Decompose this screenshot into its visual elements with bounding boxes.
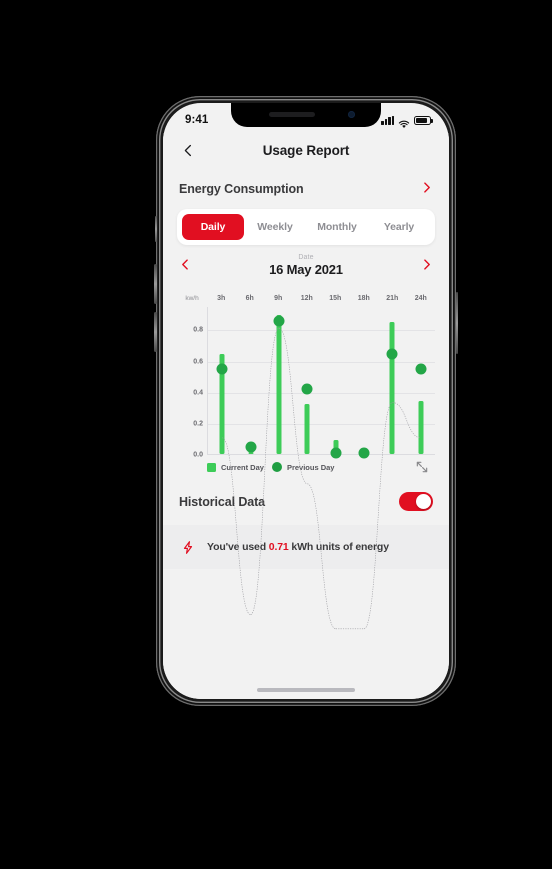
page-title: Usage Report [262, 142, 350, 158]
dot-24h[interactable] [415, 363, 427, 375]
dot-21h[interactable] [386, 348, 398, 360]
y-tick-0: 0.0 [193, 451, 203, 459]
chevron-left-icon [184, 144, 191, 156]
x-tick-1: 6h [245, 295, 254, 302]
x-tick-4: 15h [329, 295, 342, 302]
dot-3h[interactable] [216, 363, 228, 375]
x-tick-2: 9h [274, 295, 283, 302]
segmented-control: Daily Weekly Monthly Yearly [182, 214, 430, 240]
dot-15h[interactable] [330, 447, 342, 459]
historical-data-toggle[interactable] [399, 492, 433, 511]
status-bar-icons [381, 115, 433, 128]
battery-icon [414, 115, 433, 125]
next-date-button[interactable] [420, 258, 433, 273]
notch [231, 103, 381, 127]
chart-plot-area[interactable] [207, 307, 435, 455]
x-tick-row: 3h 6h 9h 12h 15h 18h 21h 24h [207, 295, 435, 302]
y-tick-1: 0.2 [193, 420, 203, 428]
tab-daily[interactable]: Daily [182, 214, 244, 240]
date-caption: Date [298, 254, 314, 261]
tab-monthly[interactable]: Monthly [306, 214, 368, 240]
period-selector: Daily Weekly Monthly Yearly [177, 209, 435, 245]
y-tick-2: 0.4 [193, 389, 203, 397]
date-display: Date 16 May 2021 [192, 254, 420, 277]
chart-y-axis: 0.0 0.2 0.4 0.6 0.8 [177, 307, 207, 459]
x-tick-3: 12h [300, 295, 313, 302]
phone-frame: 9:41 Usage Report Energy Consumption Dai… [154, 96, 458, 706]
previous-day-line [208, 307, 435, 643]
earpiece-speaker [269, 112, 315, 117]
status-bar-time: 9:41 [185, 114, 209, 126]
power-button[interactable] [455, 292, 458, 354]
x-tick-0: 3h [217, 295, 226, 302]
tab-weekly[interactable]: Weekly [244, 214, 306, 240]
previous-date-button[interactable] [179, 258, 192, 273]
wifi-icon [398, 116, 410, 128]
lightning-bolt-icon [181, 539, 195, 555]
chevron-left-icon [182, 259, 188, 270]
home-indicator[interactable] [257, 688, 355, 692]
front-camera-icon [348, 111, 355, 118]
chart-x-axis-labels: kw/h 3h 6h 9h 12h 15h 18h 21h 24h [177, 291, 435, 307]
chevron-right-icon[interactable] [420, 181, 433, 196]
phone-screen: 9:41 Usage Report Energy Consumption Dai… [163, 103, 449, 699]
x-tick-6: 21h [386, 295, 399, 302]
x-tick-5: 18h [357, 295, 370, 302]
usage-chart: kw/h 3h 6h 9h 12h 15h 18h 21h 24h 0.0 0.2 0.4 0.6 0… [177, 291, 435, 481]
dot-12h[interactable] [301, 383, 313, 395]
dot-6h[interactable] [245, 441, 257, 453]
dot-18h[interactable] [358, 447, 370, 459]
date-picker: Date 16 May 2021 [163, 245, 449, 288]
volume-up-button[interactable] [154, 264, 157, 304]
chevron-right-icon [424, 259, 430, 270]
volume-down-button[interactable] [154, 312, 157, 352]
screenshot-stage: 9:41 Usage Report Energy Consumption Dai… [0, 0, 552, 869]
energy-consumption-row[interactable]: Energy Consumption [163, 167, 449, 209]
date-value: 16 May 2021 [269, 262, 343, 277]
expand-diagonal-icon[interactable] [415, 460, 429, 474]
nav-bar: Usage Report [163, 133, 449, 167]
chart-unit-label: kw/h [185, 295, 199, 302]
toggle-knob [416, 494, 431, 509]
content-area: Energy Consumption Daily Weekly Monthly … [163, 167, 449, 699]
x-tick-7: 24h [414, 295, 427, 302]
y-tick-3: 0.6 [193, 358, 203, 366]
back-button[interactable] [177, 139, 199, 161]
dot-9h[interactable] [273, 315, 285, 327]
signal-bars-icon [381, 115, 394, 125]
section-title: Energy Consumption [179, 181, 304, 196]
tab-yearly[interactable]: Yearly [368, 214, 430, 240]
y-tick-4: 0.8 [193, 326, 203, 334]
